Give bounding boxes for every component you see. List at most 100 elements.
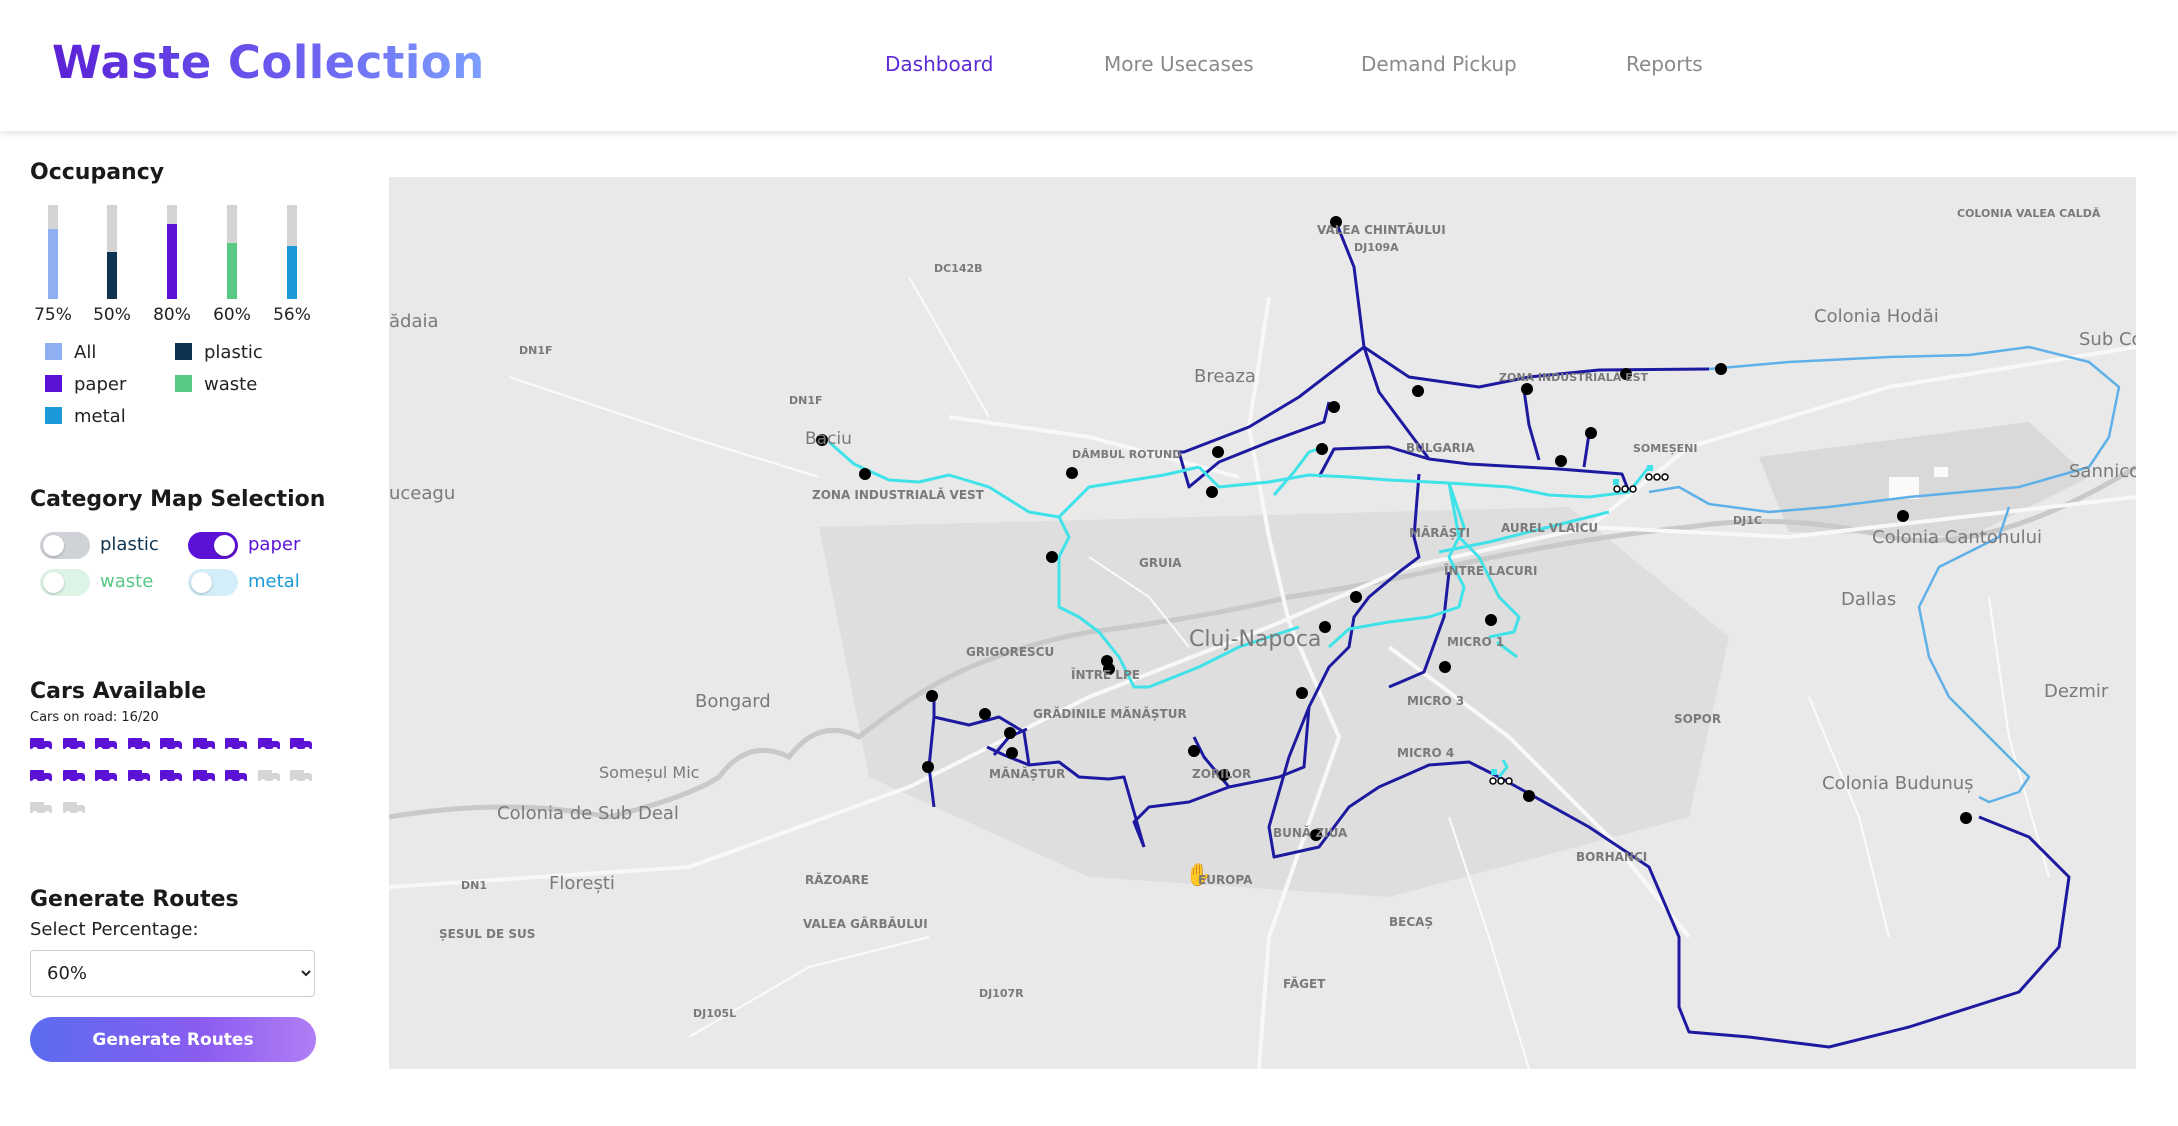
toggle-knob[interactable] bbox=[214, 535, 235, 556]
select-percentage-label: Select Percentage: bbox=[30, 919, 199, 940]
bin-marker[interactable] bbox=[1555, 455, 1567, 467]
bin-marker[interactable] bbox=[1897, 510, 1909, 522]
toggle-label: waste bbox=[100, 571, 154, 592]
truck-icon bbox=[62, 738, 85, 753]
truck-icon bbox=[30, 738, 52, 753]
map-place-label: DJ109A bbox=[1354, 241, 1399, 254]
map-place-label: GRĂDINILE MĂNĂȘTUR bbox=[1033, 706, 1187, 721]
truck-icon bbox=[225, 738, 247, 753]
toggle-knob[interactable] bbox=[43, 572, 64, 593]
bin-marker[interactable] bbox=[1206, 486, 1218, 498]
occupancy-bar-fill bbox=[107, 252, 117, 299]
map-place-label: GRIGORESCU bbox=[966, 645, 1054, 659]
truck-icon bbox=[290, 770, 312, 785]
truck-icon bbox=[257, 738, 280, 753]
bin-marker[interactable] bbox=[926, 690, 938, 702]
map-place-label: ădaia bbox=[389, 311, 439, 332]
bin-marker[interactable] bbox=[1523, 790, 1535, 802]
bin-marker[interactable] bbox=[1521, 383, 1533, 395]
truck-icon bbox=[30, 802, 52, 817]
map-place-label: VALEA GÂRBĂULUI bbox=[803, 916, 928, 931]
generate-routes-button[interactable]: Generate Routes bbox=[30, 1017, 316, 1062]
bin-marker[interactable] bbox=[1212, 446, 1224, 458]
bin-marker[interactable] bbox=[1006, 747, 1018, 759]
map-place-label: MĂNĂȘTUR bbox=[989, 766, 1065, 781]
bin-marker[interactable] bbox=[859, 468, 871, 480]
occupancy-percent: 80% bbox=[153, 305, 191, 325]
map-place-label: DN1F bbox=[519, 344, 553, 357]
occupancy-title: Occupancy bbox=[30, 160, 165, 185]
truck-icon bbox=[95, 738, 117, 753]
legend-label: waste bbox=[204, 374, 258, 395]
map-place-label: Breaza bbox=[1194, 366, 1256, 387]
toggle-track[interactable] bbox=[188, 569, 238, 596]
map-place-label: Bongard bbox=[695, 691, 771, 712]
truck-icon bbox=[225, 770, 247, 785]
legend-item-metal: metal bbox=[45, 406, 126, 427]
bin-marker[interactable] bbox=[1585, 427, 1597, 439]
map-place-label: MICRO 1 bbox=[1447, 635, 1504, 649]
bin-marker[interactable] bbox=[1188, 745, 1200, 757]
bin-marker[interactable] bbox=[1960, 812, 1972, 824]
map-place-label: DN1 bbox=[461, 879, 487, 892]
bin-marker[interactable] bbox=[1715, 363, 1727, 375]
legend-swatch bbox=[45, 407, 62, 424]
toggle-track[interactable] bbox=[40, 569, 90, 596]
bin-marker[interactable] bbox=[1328, 401, 1340, 413]
bin-marker[interactable] bbox=[1296, 687, 1308, 699]
map-place-label: COLONIA VALEA CALDĂ bbox=[1957, 207, 2101, 220]
map-place-label: MĂRĂȘTI bbox=[1409, 525, 1470, 540]
occupancy-percent: 56% bbox=[273, 305, 311, 325]
bin-marker[interactable] bbox=[1046, 551, 1058, 563]
map-place-label: Florești bbox=[549, 873, 615, 894]
bin-marker[interactable] bbox=[1316, 443, 1328, 455]
toggle-label: plastic bbox=[100, 534, 159, 555]
toggle-label: paper bbox=[248, 534, 301, 555]
toggle-track[interactable] bbox=[188, 532, 238, 559]
map-canvas: ✋ VALEA CHINTĂULUIDJ109ADC142BădaiaDN1FD… bbox=[389, 177, 2136, 1069]
map-place-label: DJ107R bbox=[979, 987, 1024, 1000]
truck-icon bbox=[30, 770, 52, 785]
app-header: Waste Collection Dashboard More Usecases… bbox=[0, 0, 2178, 131]
nav-reports[interactable]: Reports bbox=[1626, 52, 1703, 76]
bin-marker[interactable] bbox=[1439, 661, 1451, 673]
map-place-label: ÎNTRE LACURI bbox=[1444, 563, 1538, 578]
nav-demand-pickup[interactable]: Demand Pickup bbox=[1361, 52, 1517, 76]
map-place-label: Sub Coa bbox=[2079, 329, 2136, 350]
map-place-label: BULGARIA bbox=[1406, 441, 1475, 455]
map-place-label: DJ105L bbox=[693, 1007, 736, 1020]
map-place-label: BECAȘ bbox=[1389, 915, 1433, 929]
bin-marker[interactable] bbox=[1485, 614, 1497, 626]
map-place-label: Colonia Hodăi bbox=[1814, 306, 1939, 327]
legend-label: All bbox=[74, 342, 97, 363]
map-place-label: AUREL VLAICU bbox=[1501, 521, 1598, 535]
map-place-label: GRUIA bbox=[1139, 556, 1182, 570]
toggle-knob[interactable] bbox=[191, 572, 212, 593]
bin-marker[interactable] bbox=[1350, 591, 1362, 603]
occupancy-bar-waste bbox=[227, 205, 237, 299]
toggle-track[interactable] bbox=[40, 532, 90, 559]
legend-label: plastic bbox=[204, 342, 263, 363]
bin-marker[interactable] bbox=[1412, 385, 1424, 397]
route-map[interactable]: ✋ VALEA CHINTĂULUI DJ109A DC142B ădaia DN1F D… bbox=[389, 177, 2136, 1069]
map-place-label: DC142B bbox=[934, 262, 983, 275]
truck-icon bbox=[62, 770, 85, 785]
nav-more-usecases[interactable]: More Usecases bbox=[1104, 52, 1254, 76]
truck-icon bbox=[290, 738, 312, 753]
occupancy-percent: 60% bbox=[213, 305, 251, 325]
nav-dashboard[interactable]: Dashboard bbox=[885, 52, 994, 76]
bin-marker[interactable] bbox=[1004, 727, 1016, 739]
map-place-label: uceagu bbox=[389, 483, 455, 504]
app-title: Waste Collection bbox=[52, 36, 485, 89]
map-place-label: ZONA INDUSTRIALĂ VEST bbox=[812, 487, 985, 502]
bin-marker[interactable] bbox=[979, 708, 991, 720]
toggle-knob[interactable] bbox=[43, 535, 64, 556]
cars-title: Cars Available bbox=[30, 679, 207, 704]
bin-marker[interactable] bbox=[1066, 467, 1078, 479]
map-place-label: Colonia Budunuș bbox=[1822, 773, 1974, 794]
occupancy-bar-fill bbox=[287, 246, 297, 299]
percentage-select[interactable]: 60% bbox=[30, 950, 315, 997]
map-place-label: ZORILOR bbox=[1192, 767, 1251, 781]
bin-marker[interactable] bbox=[922, 761, 934, 773]
occupancy-percent: 50% bbox=[93, 305, 131, 325]
